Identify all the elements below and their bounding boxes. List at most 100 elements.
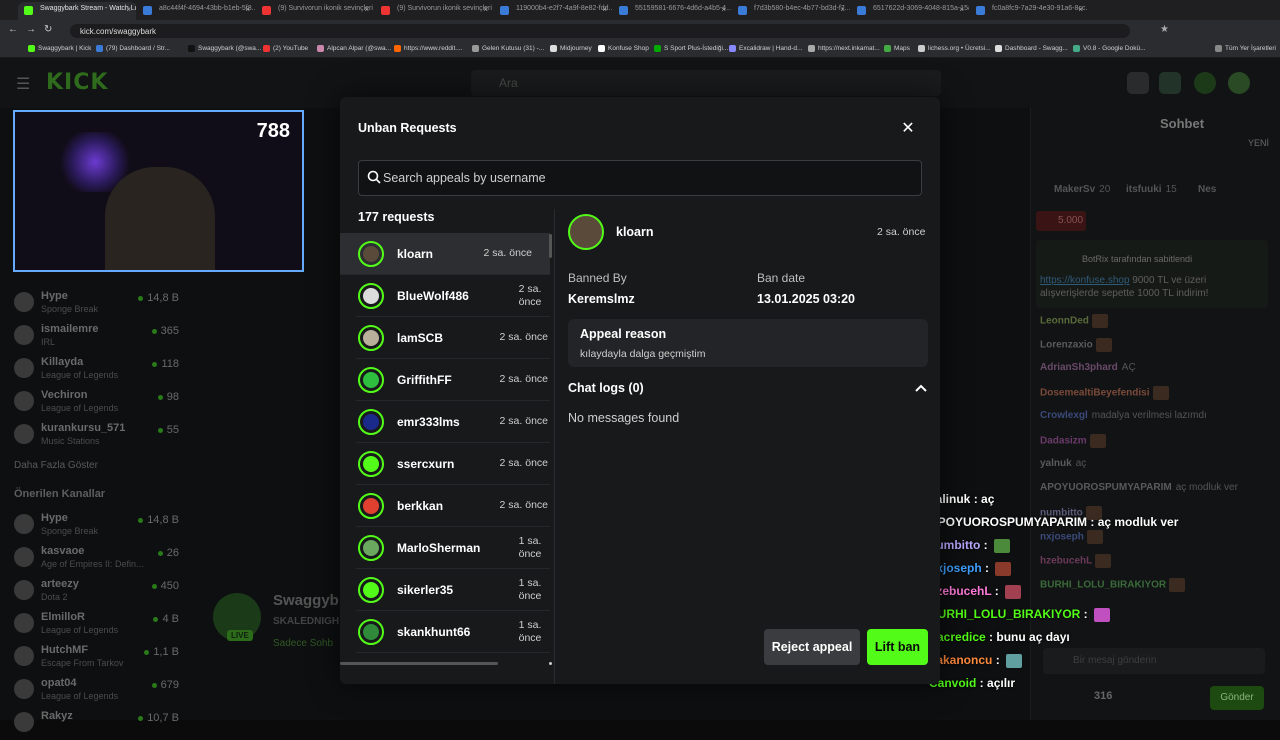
stream-category[interactable]: Sadece Sohb <box>273 638 333 649</box>
browser-tab[interactable]: 6517622d-3069-4048-815a-158... × <box>851 2 969 20</box>
dashboard-icon[interactable] <box>1159 72 1181 94</box>
url-field[interactable]: kick.com/swaggybark <box>70 24 1130 38</box>
chat-username[interactable]: DosemealtiBeyefendisi <box>1040 388 1150 399</box>
chevron-up-icon[interactable] <box>914 381 928 395</box>
lift-ban-button[interactable]: Lift ban <box>867 629 928 665</box>
bookmark-item[interactable]: Konfuse Shop <box>598 45 649 52</box>
close-icon[interactable]: ✕ <box>898 119 918 139</box>
request-row[interactable]: kloarn 2 sa. önce <box>340 233 550 275</box>
close-tab-icon[interactable]: × <box>959 5 964 14</box>
sidebar-channel[interactable]: kasvaoe Age of Empires II: Defin... 26 <box>14 545 179 575</box>
tab-label: (9) Survivorun ikonik sevinçleri <box>278 5 373 12</box>
sidebar-channel[interactable]: arteezy Dota 2 450 <box>14 578 179 608</box>
request-row[interactable]: sikerler35 1 sa. önce <box>356 569 550 611</box>
top-gifter[interactable]: Nes <box>1198 184 1220 195</box>
camera-icon[interactable] <box>1127 72 1149 94</box>
bookmark-item[interactable]: lichess.org • Ücretsi... <box>918 45 991 52</box>
browser-tab[interactable]: f7d3b580-b4ec-4b77-bd3d-f7... × <box>732 2 850 20</box>
sidebar-channel[interactable]: ismailemre IRL 365 <box>14 323 179 353</box>
bookmark-item[interactable]: Swaggybark | Kick <box>28 45 91 52</box>
chat-username[interactable]: AdrianSh3phard <box>1040 362 1118 373</box>
menu-icon[interactable]: ☰ <box>16 74 30 94</box>
close-tab-icon[interactable]: × <box>126 5 131 14</box>
close-tab-icon[interactable]: × <box>721 5 726 14</box>
browser-tab[interactable]: fc0a8fc9-7a29-4e30-91a6-8cc... × <box>970 2 1088 20</box>
sidebar-channel[interactable]: Rakyz 10,7 B <box>14 710 179 740</box>
request-row[interactable]: GriffithFF 2 sa. önce <box>356 359 550 401</box>
chat-username[interactable]: LeonnDed <box>1040 316 1089 327</box>
request-row[interactable]: ssercxurn 2 sa. önce <box>356 443 550 485</box>
site-search[interactable]: Ara <box>471 70 941 96</box>
reload-icon[interactable]: ↻ <box>44 24 52 35</box>
chat-username[interactable]: hzebucehL <box>1040 556 1092 567</box>
close-tab-icon[interactable]: × <box>245 5 250 14</box>
bookmark-item[interactable]: Midjourney <box>550 45 592 52</box>
bookmark-item[interactable]: https://next.inkamat... <box>808 45 880 52</box>
close-tab-icon[interactable]: × <box>1078 5 1083 14</box>
chat-input[interactable]: Bir mesaj gönderin <box>1043 648 1265 674</box>
appeal-search-input[interactable] <box>383 161 913 195</box>
sidebar-channel[interactable]: opat04 League of Legends 679 <box>14 677 179 707</box>
request-row[interactable]: skankhunt66 1 sa. önce <box>356 611 550 653</box>
kick-logo[interactable]: KICK <box>46 70 108 95</box>
bookmark-item[interactable]: Maps <box>884 45 910 52</box>
bookmark-item[interactable]: Gelen Kutusu (31) -... <box>472 45 544 52</box>
chat-username[interactable]: yalnuk <box>1040 458 1072 469</box>
request-row[interactable]: emr333lms 2 sa. önce <box>356 401 550 443</box>
sidebar-channel[interactable]: Killayda League of Legends 118 <box>14 356 179 386</box>
request-row[interactable]: berkkan 2 sa. önce <box>356 485 550 527</box>
list-horizontal-scrollbar[interactable] <box>340 662 498 665</box>
sidebar-channel[interactable]: Hype Sponge Break 14,8 B <box>14 512 179 542</box>
sidebar-channel[interactable]: Hype Sponge Break 14,8 B <box>14 290 179 320</box>
browser-tab[interactable]: 55159581-6676-4d6d-a4b5-4... × <box>613 2 731 20</box>
top-gifter[interactable]: MakerSv 20 <box>1054 184 1110 195</box>
bookmark-star-icon[interactable]: ★ <box>1160 24 1169 35</box>
browser-tab[interactable]: Swaggybark Stream - Watch Live × <box>18 2 136 20</box>
request-row[interactable]: BlueWolf486 2 sa. önce <box>356 275 550 317</box>
close-tab-icon[interactable]: × <box>364 5 369 14</box>
bookmark-item[interactable]: Excalidraw | Hand-d... <box>729 45 802 52</box>
all-bookmarks[interactable]: Tüm Yer İşaretleri <box>1215 45 1276 52</box>
bookmark-item[interactable]: Dashboard - Swagg... <box>995 45 1068 52</box>
appeal-search[interactable] <box>358 160 922 196</box>
browser-tab[interactable]: 119000b4-e2f7-4a9f-8e82-fdd... × <box>494 2 612 20</box>
show-more-link[interactable]: Daha Fazla Göster <box>14 460 98 471</box>
profile-avatar[interactable] <box>1228 72 1250 94</box>
forward-icon[interactable]: → <box>26 24 36 35</box>
close-tab-icon[interactable]: × <box>483 5 488 14</box>
bookmark-item[interactable]: (79) Dashboard / Str... <box>96 45 170 52</box>
bookmark-item[interactable]: https://www.reddit.... <box>394 45 463 52</box>
bookmark-item[interactable]: V0.8 - Google Dokü... <box>1073 45 1146 52</box>
chat-logs-header[interactable]: Chat logs (0) <box>568 381 644 395</box>
chat-username[interactable]: Lorenzaxio <box>1040 340 1093 351</box>
chat-username[interactable]: Dadasizm <box>1040 436 1087 447</box>
request-row[interactable]: lamSCB 2 sa. önce <box>356 317 550 359</box>
mini-player[interactable]: 788 <box>13 110 304 272</box>
chat-username[interactable]: nxjoseph <box>1040 532 1084 543</box>
chat-username[interactable]: Crowlexgl <box>1040 410 1088 421</box>
close-tab-icon[interactable]: × <box>840 5 845 14</box>
bookmark-item[interactable]: Swaggybark (@swa... <box>188 45 261 52</box>
browser-tab[interactable]: (9) Survivorun ikonik sevinçleri × <box>256 2 374 20</box>
bookmark-item[interactable]: S Sport Plus-İstediği... <box>654 45 728 52</box>
top-gifter[interactable]: itsfuuki 15 <box>1126 184 1177 195</box>
chat-username[interactable]: APOYUOROSPUMYAPARIM <box>1040 482 1172 493</box>
request-row[interactable]: MarloSherman 1 sa. önce <box>356 527 550 569</box>
browser-tab[interactable]: a8c44f4f-4694-43bb-b1eb-5f8... × <box>137 2 255 20</box>
sidebar-channel[interactable]: HutchMF Escape From Tarkov 1,1 B <box>14 644 179 674</box>
back-icon[interactable]: ← <box>8 24 18 35</box>
send-button[interactable]: Gönder <box>1210 686 1264 710</box>
sidebar-channel[interactable]: ElmilloR League of Legends 4 B <box>14 611 179 641</box>
sidebar-channel[interactable]: Vechiron League of Legends 98 <box>14 389 179 419</box>
kick-k-icon[interactable] <box>1194 72 1216 94</box>
reject-appeal-button[interactable]: Reject appeal <box>764 629 860 665</box>
browser-tab[interactable]: (9) Survivorun ikonik sevinçleri × <box>375 2 493 20</box>
bookmark-item[interactable]: (2) YouTube <box>263 45 308 52</box>
bookmark-item[interactable]: Alpcan Alpar (@swa... <box>317 45 391 52</box>
streamer-name[interactable]: Swaggyb <box>273 592 339 609</box>
chat-username[interactable]: BURHI_LOLU_BIRAKIYOR <box>1040 580 1166 591</box>
list-scrollbar[interactable] <box>549 234 552 258</box>
sidebar-channel[interactable]: kurankursu_571 Music Stations 55 <box>14 422 179 452</box>
close-tab-icon[interactable]: × <box>602 5 607 14</box>
pinned-link[interactable]: https://konfuse.shop <box>1040 275 1130 286</box>
